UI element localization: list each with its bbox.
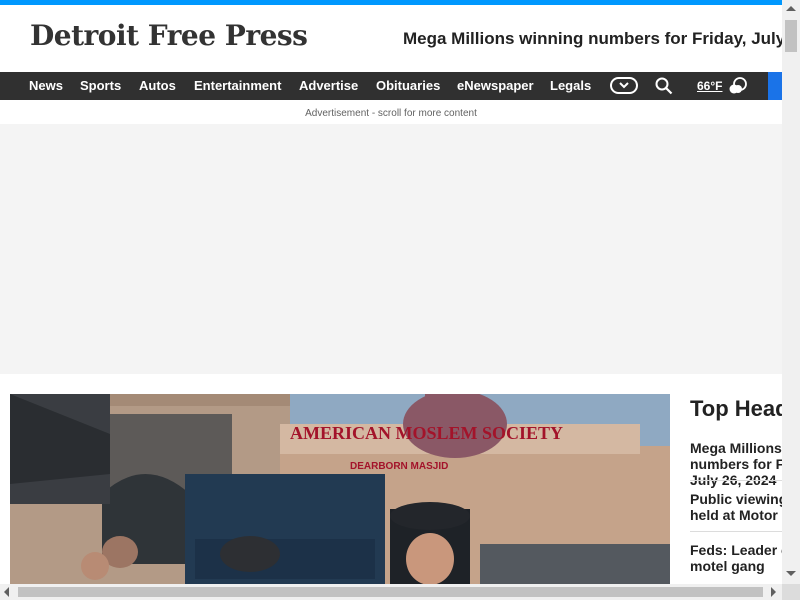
scroll-right-icon[interactable] — [771, 587, 776, 597]
top-headlines-title: Top Headlines — [690, 396, 782, 421]
divider — [690, 531, 782, 532]
headline-ticker[interactable]: Mega Millions winning numbers for Friday… — [403, 29, 782, 49]
subscribe-button[interactable] — [768, 72, 782, 100]
hero-sub-sign: DEARBORN MASJID — [350, 461, 448, 472]
ad-placeholder[interactable] — [0, 124, 782, 374]
more-menu-button[interactable] — [610, 77, 638, 94]
scrollbar-corner — [782, 584, 800, 600]
nav-autos[interactable]: Autos — [139, 72, 176, 100]
chevron-down-icon — [619, 82, 629, 89]
scroll-up-icon[interactable] — [786, 6, 796, 11]
nav-sports[interactable]: Sports — [80, 72, 121, 100]
ad-label: Advertisement - scroll for more content — [305, 108, 477, 119]
headline-item[interactable]: Public viewing to be held at Motor City — [690, 491, 782, 523]
search-icon[interactable] — [655, 77, 673, 95]
main-nav: News Sports Autos Entertainment Advertis… — [0, 72, 782, 100]
horizontal-scrollbar-thumb[interactable] — [18, 587, 763, 597]
vertical-scrollbar-thumb[interactable] — [785, 20, 797, 52]
weather-temperature[interactable]: 66°F — [697, 72, 722, 100]
top-headlines-panel: Top Headlines Mega Millions winning numb… — [690, 394, 782, 584]
scroll-left-icon[interactable] — [4, 587, 9, 597]
divider — [690, 480, 782, 481]
nav-obituaries[interactable]: Obituaries — [376, 72, 440, 100]
funeral-procession-photo: AMERICAN MOSLEM SOCIETY DEARBORN MASJID — [10, 394, 670, 584]
site-logo[interactable]: Detroit Free Press — [30, 19, 308, 52]
headline-item[interactable]: Feds: Leader of Detroit motel gang — [690, 542, 782, 574]
partly-cloudy-night-icon — [729, 77, 747, 94]
nav-news[interactable]: News — [29, 72, 63, 100]
vertical-scrollbar[interactable] — [782, 0, 800, 584]
hero-image[interactable]: AMERICAN MOSLEM SOCIETY DEARBORN MASJID — [10, 394, 670, 584]
nav-enewspaper[interactable]: eNewspaper — [457, 72, 534, 100]
nav-legals[interactable]: Legals — [550, 72, 591, 100]
nav-entertainment[interactable]: Entertainment — [194, 72, 281, 100]
masthead: Detroit Free Press Mega Millions winning… — [0, 5, 782, 72]
hero-sign-text: AMERICAN MOSLEM SOCIETY — [290, 423, 563, 443]
nav-advertise[interactable]: Advertise — [299, 72, 358, 100]
scroll-down-icon[interactable] — [786, 571, 796, 576]
